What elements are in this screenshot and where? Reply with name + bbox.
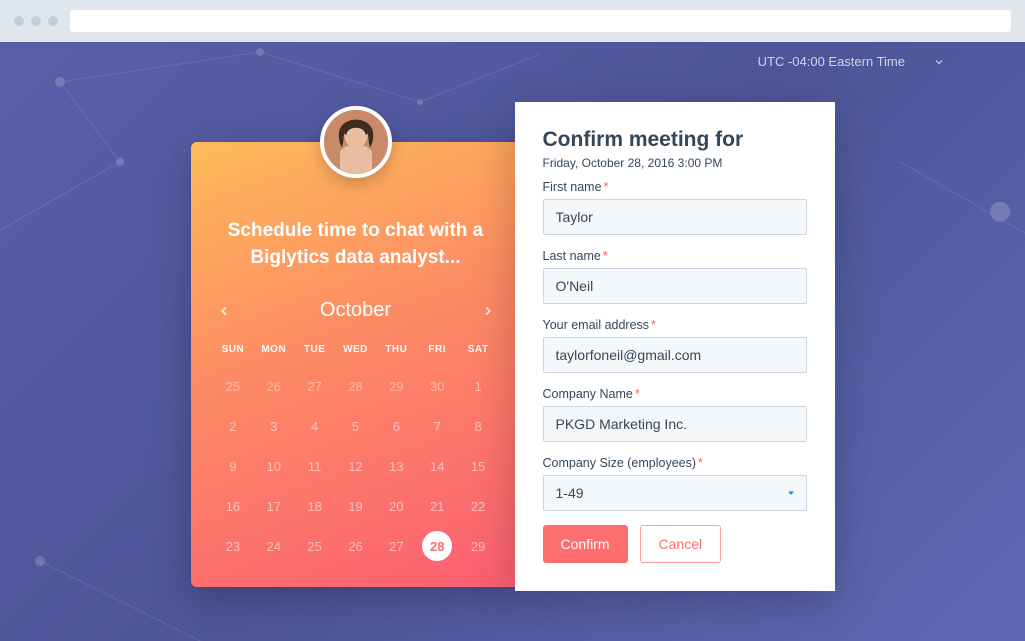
dow-cell: SUN bbox=[213, 344, 254, 355]
calendar-day[interactable]: 14 bbox=[417, 449, 458, 483]
calendar-day[interactable]: 24 bbox=[253, 529, 294, 563]
calendar-day[interactable]: 29 bbox=[376, 369, 417, 403]
calendar-day[interactable]: 9 bbox=[213, 449, 254, 483]
company-name-label: Company Name* bbox=[543, 387, 807, 401]
calendar-day[interactable]: 23 bbox=[213, 529, 254, 563]
cancel-button[interactable]: Cancel bbox=[640, 525, 722, 563]
week-row: 23242526272829 bbox=[213, 529, 499, 563]
dow-cell: THU bbox=[376, 344, 417, 355]
calendar-day[interactable]: 27 bbox=[294, 369, 335, 403]
last-name-input[interactable] bbox=[543, 268, 807, 304]
traffic-light-close-icon[interactable] bbox=[14, 16, 24, 26]
calendar-day[interactable]: 8 bbox=[458, 409, 499, 443]
form-subheading: Friday, October 28, 2016 3:00 PM bbox=[543, 156, 807, 170]
browser-chrome bbox=[0, 0, 1025, 42]
chevron-down-icon bbox=[933, 56, 945, 68]
day-of-week-header: SUNMONTUEWEDTHUFRISAT bbox=[213, 344, 499, 355]
calendar-card: Schedule time to chat with a Biglytics d… bbox=[191, 142, 521, 587]
calendar-day[interactable]: 17 bbox=[253, 489, 294, 523]
calendar-day[interactable]: 18 bbox=[294, 489, 335, 523]
email-input[interactable] bbox=[543, 337, 807, 373]
prev-month-button[interactable] bbox=[217, 304, 231, 318]
meeting-form: Confirm meeting for Friday, October 28, … bbox=[515, 102, 835, 591]
calendar-day[interactable]: 30 bbox=[417, 369, 458, 403]
calendar-day[interactable]: 28 bbox=[335, 369, 376, 403]
avatar bbox=[320, 106, 392, 178]
company-size-select[interactable] bbox=[543, 475, 807, 511]
calendar-day[interactable]: 3 bbox=[253, 409, 294, 443]
calendar-day[interactable]: 2 bbox=[213, 409, 254, 443]
timezone-label: UTC -04:00 Eastern Time bbox=[758, 54, 905, 69]
calendar-day[interactable]: 15 bbox=[458, 449, 499, 483]
calendar-day[interactable]: 6 bbox=[376, 409, 417, 443]
calendar-day[interactable]: 12 bbox=[335, 449, 376, 483]
dow-cell: FRI bbox=[417, 344, 458, 355]
calendar-day[interactable]: 5 bbox=[335, 409, 376, 443]
last-name-label: Last name* bbox=[543, 249, 807, 263]
calendar-day[interactable]: 25 bbox=[294, 529, 335, 563]
calendar-day[interactable]: 29 bbox=[458, 529, 499, 563]
calendar-day[interactable]: 26 bbox=[253, 369, 294, 403]
company-name-input[interactable] bbox=[543, 406, 807, 442]
timezone-selector[interactable]: UTC -04:00 Eastern Time bbox=[0, 54, 945, 69]
week-row: 2345678 bbox=[213, 409, 499, 443]
calendar-day[interactable]: 16 bbox=[213, 489, 254, 523]
email-label: Your email address* bbox=[543, 318, 807, 332]
week-row: 2526272829301 bbox=[213, 369, 499, 403]
calendar-day[interactable]: 13 bbox=[376, 449, 417, 483]
calendar-day[interactable]: 21 bbox=[417, 489, 458, 523]
calendar-day[interactable]: 11 bbox=[294, 449, 335, 483]
calendar-day[interactable]: 7 bbox=[417, 409, 458, 443]
first-name-input[interactable] bbox=[543, 199, 807, 235]
dow-cell: TUE bbox=[294, 344, 335, 355]
dow-cell: SAT bbox=[458, 344, 499, 355]
form-heading: Confirm meeting for bbox=[543, 128, 807, 152]
viewport: UTC -04:00 Eastern Time Schedule time to… bbox=[0, 42, 1025, 641]
url-bar[interactable] bbox=[70, 10, 1011, 32]
dow-cell: WED bbox=[335, 344, 376, 355]
calendar-day[interactable]: 4 bbox=[294, 409, 335, 443]
month-label: October bbox=[320, 299, 391, 322]
traffic-light-zoom-icon[interactable] bbox=[48, 16, 58, 26]
confirm-button[interactable]: Confirm bbox=[543, 525, 628, 563]
week-row: 9101112131415 bbox=[213, 449, 499, 483]
first-name-label: First name* bbox=[543, 180, 807, 194]
calendar-day[interactable]: 27 bbox=[376, 529, 417, 563]
calendar-day[interactable]: 26 bbox=[335, 529, 376, 563]
calendar-day[interactable]: 10 bbox=[253, 449, 294, 483]
company-size-label: Company Size (employees)* bbox=[543, 456, 807, 470]
calendar-day[interactable]: 20 bbox=[376, 489, 417, 523]
week-row: 16171819202122 bbox=[213, 489, 499, 523]
calendar-day[interactable]: 1 bbox=[458, 369, 499, 403]
traffic-light-minimize-icon[interactable] bbox=[31, 16, 41, 26]
calendar-day[interactable]: 25 bbox=[213, 369, 254, 403]
calendar-day[interactable]: 22 bbox=[458, 489, 499, 523]
window-controls bbox=[14, 16, 58, 26]
calendar-day[interactable]: 28 bbox=[417, 529, 458, 563]
calendar-day[interactable]: 19 bbox=[335, 489, 376, 523]
next-month-button[interactable] bbox=[481, 304, 495, 318]
dow-cell: MON bbox=[253, 344, 294, 355]
calendar-heading: Schedule time to chat with a Biglytics d… bbox=[213, 218, 499, 271]
